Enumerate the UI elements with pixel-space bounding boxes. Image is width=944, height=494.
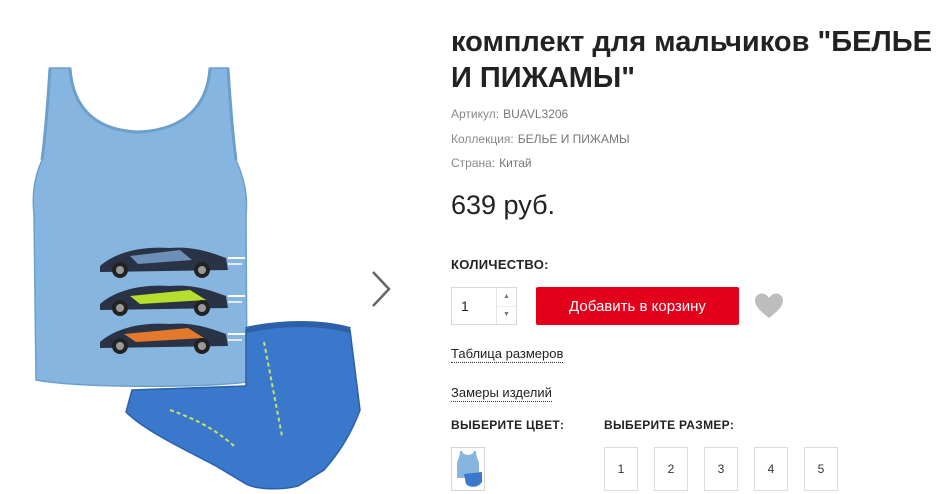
quantity-label: КОЛИЧЕСТВО:	[451, 257, 549, 272]
size-option-1[interactable]: 1	[604, 447, 638, 491]
size-option-2[interactable]: 2	[654, 447, 688, 491]
sku-value: BUAVL3206	[503, 107, 569, 121]
country-label: Страна:	[451, 156, 496, 170]
collection-value: БЕЛЬЕ И ПИЖАМЫ	[517, 132, 630, 146]
product-title: комплект для мальчиков "БЕЛЬЕ И ПИЖАМЫ"	[451, 26, 932, 94]
meta-country: Страна: Китай	[451, 156, 532, 170]
measurements-link[interactable]: Замеры изделий	[451, 385, 552, 402]
add-to-cart-button[interactable]: Добавить в корзину	[536, 287, 739, 325]
quantity-arrows: ▲ ▼	[496, 288, 516, 324]
meta-collection: Коллекция: БЕЛЬЕ И ПИЖАМЫ	[451, 132, 630, 146]
collection-label: Коллекция:	[451, 132, 514, 146]
country-value: Китай	[499, 156, 532, 170]
swatch-thumbnail	[457, 451, 482, 487]
color-swatch[interactable]	[451, 447, 485, 491]
meta-sku: Артикул: BUAVL3206	[451, 107, 568, 121]
caret-up-icon[interactable]: ▲	[497, 288, 516, 307]
size-table-link[interactable]: Таблица размеров	[451, 346, 564, 363]
sku-label: Артикул:	[451, 107, 500, 121]
chevron-right-icon[interactable]	[362, 264, 402, 314]
quantity-stepper: ▲ ▼	[451, 287, 517, 325]
size-option-4[interactable]: 4	[754, 447, 788, 491]
size-option-3[interactable]: 3	[704, 447, 738, 491]
size-select-label: ВЫБЕРИТЕ РАЗМЕР:	[604, 418, 735, 432]
caret-down-icon[interactable]: ▼	[497, 306, 516, 324]
color-select-label: ВЫБЕРИТЕ ЦВЕТ:	[451, 418, 565, 432]
product-image	[32, 67, 361, 490]
heart-icon[interactable]	[754, 292, 784, 320]
size-option-5[interactable]: 5	[804, 447, 838, 491]
product-gallery	[0, 0, 400, 494]
product-price: 639 руб.	[451, 190, 556, 220]
